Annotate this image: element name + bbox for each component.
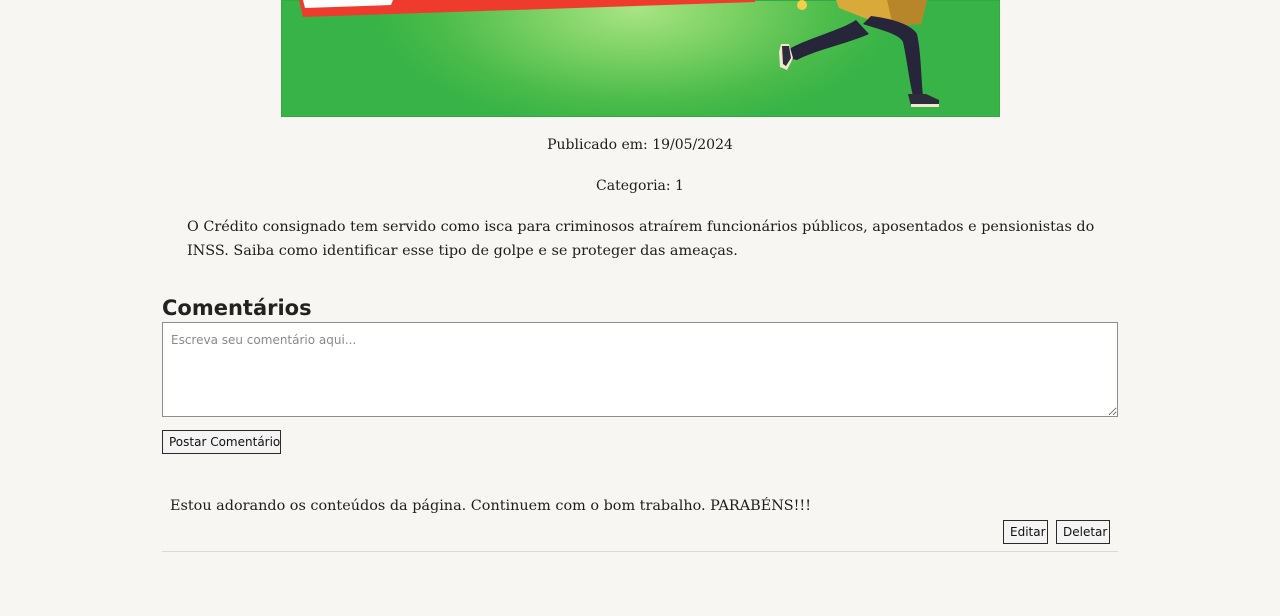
post-comment-button[interactable]: Postar Comentário [162,430,281,454]
comment-textarea[interactable] [162,322,1118,417]
comment-divider [162,551,1118,552]
banner-coin [797,0,807,10]
comments-heading: Comentários [162,296,312,320]
banner-illustration [299,0,939,107]
post-summary: O Crédito consignado tem servido como is… [187,219,1095,259]
delete-comment-button[interactable]: Deletar [1056,520,1110,544]
published-date: Publicado em: 19/05/2024 [547,137,733,153]
comment-text: Estou adorando os conteúdos da página. C… [170,498,812,514]
edit-comment-button[interactable]: Editar [1003,520,1048,544]
post-banner-image [281,0,1000,117]
post-category: Categoria: 1 [596,178,684,194]
banner-leg-front [863,16,923,96]
banner-leg-back [787,20,869,60]
